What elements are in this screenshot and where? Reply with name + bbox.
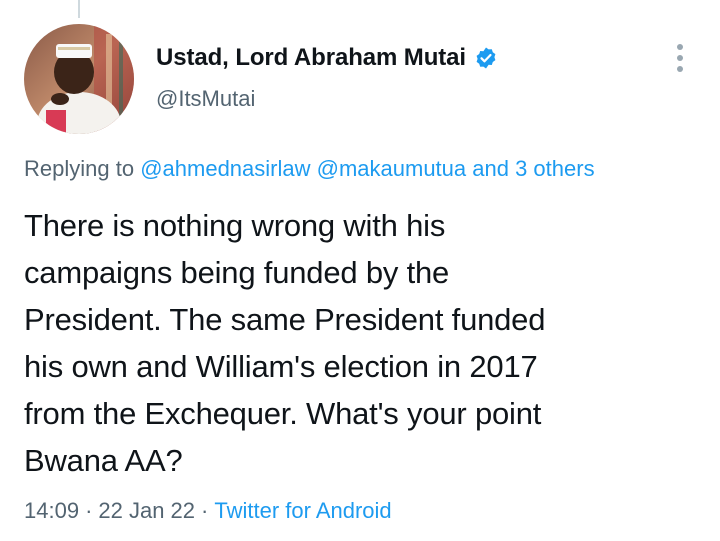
tweet-text-line: President. The same President funded (24, 302, 546, 337)
author-display-name[interactable]: Ustad, Lord Abraham Mutai (156, 44, 466, 72)
avatar[interactable] (24, 24, 134, 134)
tweet-source-link[interactable]: Twitter for Android (214, 498, 391, 523)
more-options-icon[interactable] (664, 40, 696, 76)
author-handle[interactable]: @ItsMutai (156, 86, 255, 112)
tweet-text-line: There is nothing wrong with his (24, 208, 446, 243)
tweet-text-line: from the Exchequer. What's your point (24, 396, 542, 431)
tweet-date[interactable]: 22 Jan 22 (98, 498, 195, 523)
tweet-time[interactable]: 14:09 (24, 498, 79, 523)
more-dot (677, 66, 683, 72)
more-dot (677, 44, 683, 50)
tweet-text-line: Bwana AA? (24, 443, 183, 478)
avatar-image (24, 24, 134, 134)
replying-to-line: Replying to @ahmednasirlaw @makaumutua a… (24, 156, 595, 182)
more-dot (677, 55, 683, 61)
meta-separator: · (85, 498, 93, 523)
author-name-row: Ustad, Lord Abraham Mutai (156, 44, 498, 72)
others-link[interactable]: and 3 others (472, 156, 594, 181)
tweet-metadata: 14:09 · 22 Jan 22 · Twitter for Android (24, 498, 392, 524)
meta-separator: · (201, 498, 209, 523)
mention-link[interactable]: @makaumutua (317, 156, 467, 181)
tweet-text: There is nothing wrong with his campaign… (24, 202, 700, 484)
thread-connector-line (78, 0, 80, 18)
verified-badge-icon (474, 46, 498, 70)
tweet-text-line: campaigns being funded by the (24, 255, 450, 290)
replying-prefix: Replying to (24, 156, 135, 181)
mention-link[interactable]: @ahmednasirlaw (140, 156, 310, 181)
tweet-text-line: his own and William's election in 2017 (24, 349, 538, 384)
